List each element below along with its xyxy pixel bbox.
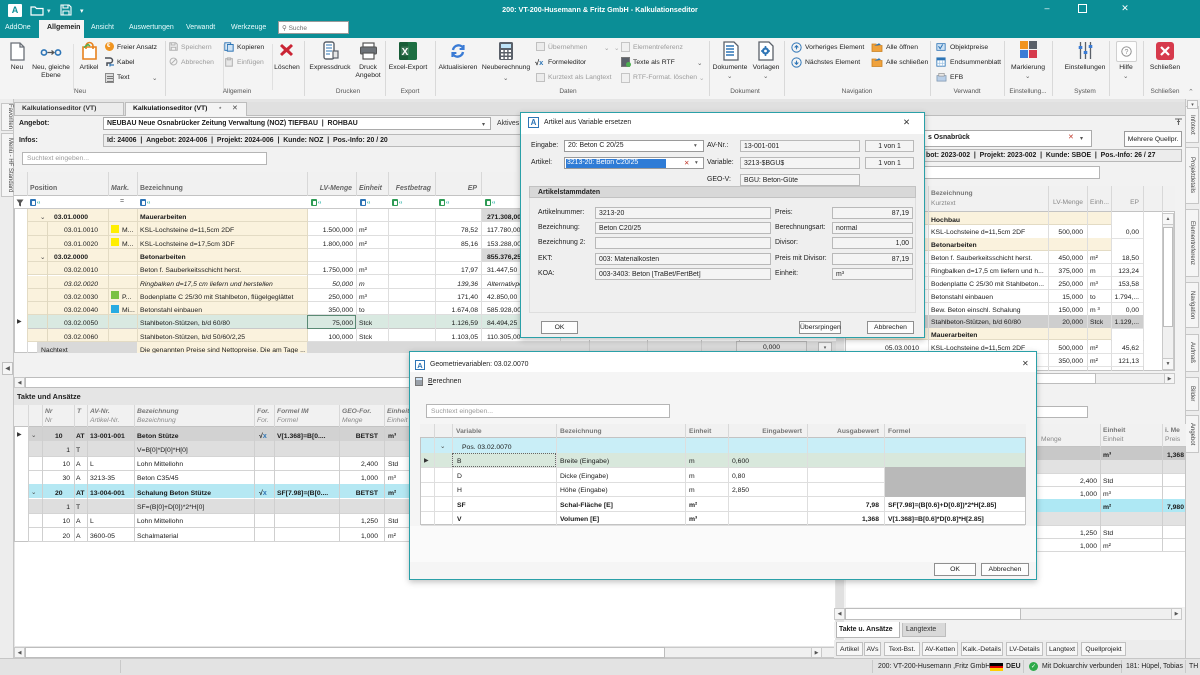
svg-text:?: ? — [1125, 49, 1129, 56]
svg-text:X: X — [402, 47, 409, 58]
